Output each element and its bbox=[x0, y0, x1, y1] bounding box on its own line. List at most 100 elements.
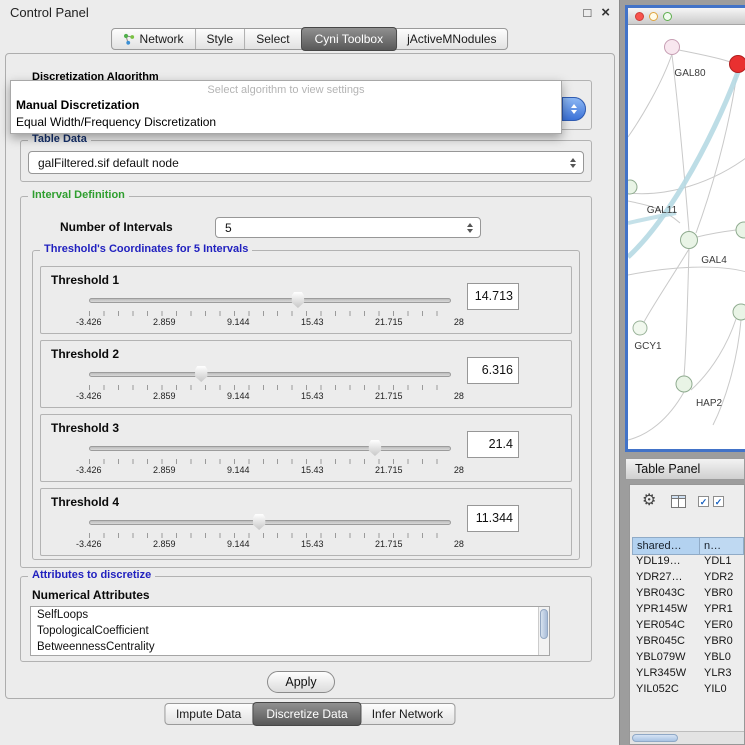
network-node[interactable] bbox=[633, 321, 647, 335]
slider-scale: -3.426 2.859 9.144 15.43 21.715 28 bbox=[76, 465, 464, 475]
tab-style[interactable]: Style bbox=[196, 29, 246, 49]
network-node[interactable] bbox=[676, 376, 692, 392]
node-label: GCY1 bbox=[634, 341, 662, 352]
list-item[interactable]: SelfLoops bbox=[31, 607, 549, 623]
network-node[interactable] bbox=[733, 304, 745, 320]
cell[interactable]: YBR0 bbox=[700, 635, 744, 651]
slider-track[interactable] bbox=[89, 446, 451, 451]
cell[interactable]: YBR043C bbox=[632, 587, 700, 603]
cell[interactable]: YPR1 bbox=[700, 603, 744, 619]
tab-network[interactable]: Network bbox=[112, 29, 196, 49]
list-item[interactable]: TopologicalCoefficient bbox=[31, 623, 549, 639]
threshold-1-value[interactable]: 14.713 bbox=[467, 283, 519, 310]
table-row[interactable]: YLR345WYLR3 bbox=[632, 667, 744, 683]
column-header-name[interactable]: n… bbox=[700, 537, 744, 555]
cell[interactable]: YLR345W bbox=[632, 667, 700, 683]
slider-scale: -3.426 2.859 9.144 15.43 21.715 28 bbox=[76, 391, 464, 401]
cell[interactable]: YBR045C bbox=[632, 635, 700, 651]
table-row[interactable]: YER054CYER0 bbox=[632, 619, 744, 635]
slider-track[interactable] bbox=[89, 298, 451, 303]
cell[interactable]: YLR3 bbox=[700, 667, 744, 683]
cell[interactable]: YIL052C bbox=[632, 683, 700, 699]
node-label: GAL11 bbox=[647, 205, 678, 216]
table-row[interactable]: YBL079WYBL0 bbox=[632, 651, 744, 667]
network-node[interactable] bbox=[681, 232, 698, 249]
slider-thumb[interactable] bbox=[291, 292, 305, 308]
slider-thumb[interactable] bbox=[252, 514, 266, 530]
table-row[interactable]: YDR27…YDR2 bbox=[632, 571, 744, 587]
cell[interactable]: YBL079W bbox=[632, 651, 700, 667]
dropdown-option-manual-discretization[interactable]: Manual Discretization bbox=[11, 96, 561, 113]
dropdown-option-equal-width-frequency[interactable]: Equal Width/Frequency Discretization bbox=[11, 113, 561, 130]
restore-icon[interactable]: □ bbox=[583, 6, 591, 19]
checkbox-icon[interactable]: ✓ bbox=[713, 496, 724, 507]
threshold-2-value[interactable]: 6.316 bbox=[467, 357, 519, 384]
horizontal-scrollbar[interactable] bbox=[630, 731, 744, 744]
table-row[interactable]: YBR043CYBR0 bbox=[632, 587, 744, 603]
list-item[interactable]: BetweennessCentrality bbox=[31, 639, 549, 655]
columns-icon[interactable] bbox=[671, 495, 686, 508]
slider-ticks bbox=[89, 533, 451, 538]
scrollbar-thumb[interactable] bbox=[632, 734, 678, 742]
tab-select[interactable]: Select bbox=[245, 29, 301, 49]
tab-network-label: Network bbox=[140, 32, 184, 46]
table-data-combo[interactable]: galFiltered.sif default node bbox=[28, 151, 584, 174]
close-traffic-light-icon[interactable] bbox=[635, 12, 644, 21]
table-row[interactable]: YDL19…YDL1 bbox=[632, 555, 744, 571]
scrollbar-thumb[interactable] bbox=[540, 609, 548, 639]
cell[interactable]: YER0 bbox=[700, 619, 744, 635]
number-of-intervals-combo[interactable]: 5 bbox=[215, 217, 481, 238]
close-icon[interactable]: × bbox=[601, 6, 610, 19]
network-node[interactable] bbox=[736, 222, 745, 238]
cell[interactable]: YPR145W bbox=[632, 603, 700, 619]
threshold-2-slider[interactable]: -3.426 2.859 9.144 15.43 21.715 28 bbox=[89, 365, 451, 405]
zoom-traffic-light-icon[interactable] bbox=[663, 12, 672, 21]
cell[interactable]: YDR2 bbox=[700, 571, 744, 587]
dropdown-placeholder-option[interactable]: Select algorithm to view settings bbox=[11, 81, 561, 96]
gear-icon[interactable]: ⚙ bbox=[642, 493, 656, 509]
threshold-2-label: Threshold 2 bbox=[51, 347, 119, 361]
cell[interactable]: YDR27… bbox=[632, 571, 700, 587]
cell[interactable]: YDL19… bbox=[632, 555, 700, 571]
cell[interactable]: YER054C bbox=[632, 619, 700, 635]
tab-discretize-data[interactable]: Discretize Data bbox=[252, 702, 361, 726]
slider-track[interactable] bbox=[89, 372, 451, 377]
tab-discretize-data-label: Discretize Data bbox=[266, 707, 347, 721]
network-canvas[interactable]: GAL80 GAL11 GAL4 GCY1 HAP2 bbox=[628, 25, 745, 449]
scale-label: 28 bbox=[454, 539, 464, 549]
slider-track[interactable] bbox=[89, 520, 451, 525]
cell[interactable]: YDL1 bbox=[700, 555, 744, 571]
table-row[interactable]: YIL052CYIL0 bbox=[632, 683, 744, 699]
network-node-selected-red[interactable] bbox=[730, 56, 745, 73]
tab-impute-data[interactable]: Impute Data bbox=[165, 704, 253, 724]
threshold-3-value[interactable]: 21.4 bbox=[467, 431, 519, 458]
checkbox-icon[interactable]: ✓ bbox=[698, 496, 709, 507]
slider-thumb[interactable] bbox=[194, 366, 208, 382]
cell[interactable]: YBR0 bbox=[700, 587, 744, 603]
threshold-4-value[interactable]: 11.344 bbox=[467, 505, 519, 532]
table-row[interactable]: YBR045CYBR0 bbox=[632, 635, 744, 651]
combo-arrows-icon[interactable] bbox=[562, 97, 586, 121]
tab-infer-network-label: Infer Network bbox=[372, 707, 443, 721]
tab-cyni-toolbox-label: Cyni Toolbox bbox=[315, 32, 383, 46]
apply-button[interactable]: Apply bbox=[267, 671, 335, 693]
minimize-traffic-light-icon[interactable] bbox=[649, 12, 658, 21]
network-node[interactable] bbox=[628, 180, 637, 194]
threshold-4-slider[interactable]: -3.426 2.859 9.144 15.43 21.715 28 bbox=[89, 513, 451, 553]
threshold-3-slider[interactable]: -3.426 2.859 9.144 15.43 21.715 28 bbox=[89, 439, 451, 479]
cell[interactable]: YBL0 bbox=[700, 651, 744, 667]
list-scrollbar[interactable] bbox=[538, 607, 549, 655]
column-header-shared-name[interactable]: shared… bbox=[632, 537, 700, 555]
slider-thumb[interactable] bbox=[368, 440, 382, 456]
tab-jactivemnodules[interactable]: jActiveMNodules bbox=[396, 29, 507, 49]
tab-cyni-toolbox[interactable]: Cyni Toolbox bbox=[301, 27, 397, 51]
table-row[interactable]: YPR145WYPR1 bbox=[632, 603, 744, 619]
control-panel-titlebar: Control Panel □ × bbox=[0, 0, 620, 24]
threshold-1-slider[interactable]: -3.426 2.859 9.144 15.43 21.715 28 bbox=[89, 291, 451, 331]
cell[interactable]: YIL0 bbox=[700, 683, 744, 699]
tab-infer-network[interactable]: Infer Network bbox=[361, 704, 454, 724]
numerical-attributes-list[interactable]: SelfLoops TopologicalCoefficient Between… bbox=[30, 606, 550, 656]
scale-label: 15.43 bbox=[301, 539, 324, 549]
network-node[interactable] bbox=[665, 40, 680, 55]
algorithm-dropdown-popup: Select algorithm to view settings Manual… bbox=[10, 80, 562, 134]
